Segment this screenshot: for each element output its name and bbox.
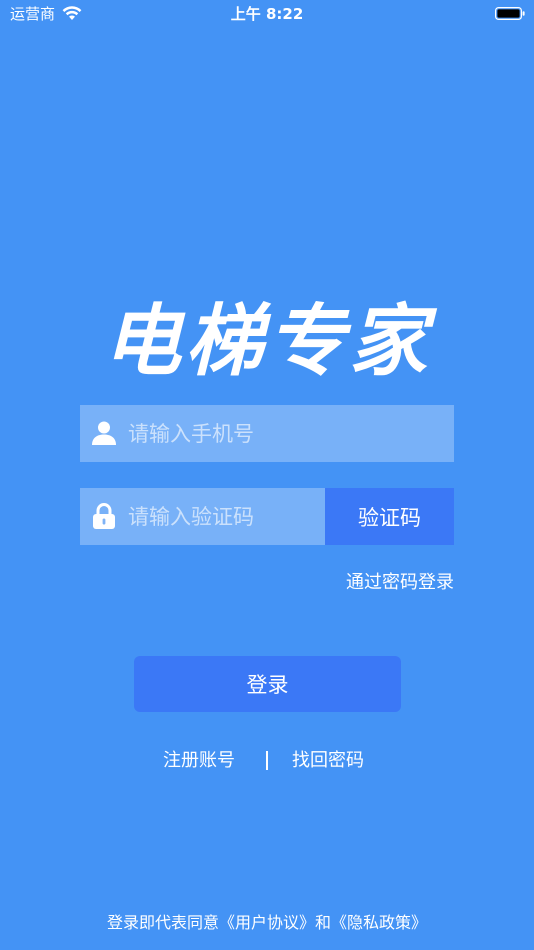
user-agreement-link[interactable]: 《用户协议》 (219, 913, 315, 932)
lock-icon (93, 503, 115, 529)
phone-input[interactable] (128, 405, 446, 462)
password-login-link[interactable]: 通过密码登录 (346, 571, 454, 595)
agreement-and: 和 (315, 913, 332, 932)
get-code-button[interactable]: 验证码 (325, 488, 454, 545)
phone-field (80, 405, 454, 462)
code-field (80, 488, 325, 545)
status-bar: 运营商 上午 8:22 (0, 0, 534, 28)
recover-password-link[interactable]: 找回密码 (292, 749, 364, 773)
register-link[interactable]: 注册账号 (163, 749, 235, 773)
link-divider (266, 751, 268, 770)
bottom-links: 注册账号 找回密码 (0, 749, 534, 773)
agreement-text: 登录即代表同意《用户协议》和《隐私政策》 (0, 912, 534, 934)
code-input[interactable] (128, 488, 317, 545)
privacy-policy-link[interactable]: 《隐私政策》 (331, 913, 427, 932)
status-time: 上午 8:22 (230, 5, 304, 23)
battery-icon (495, 7, 525, 20)
login-button[interactable]: 登录 (134, 656, 401, 712)
agreement-prefix: 登录即代表同意 (106, 913, 219, 932)
app-title: 电梯专家 (102, 297, 431, 387)
user-icon (92, 421, 116, 445)
